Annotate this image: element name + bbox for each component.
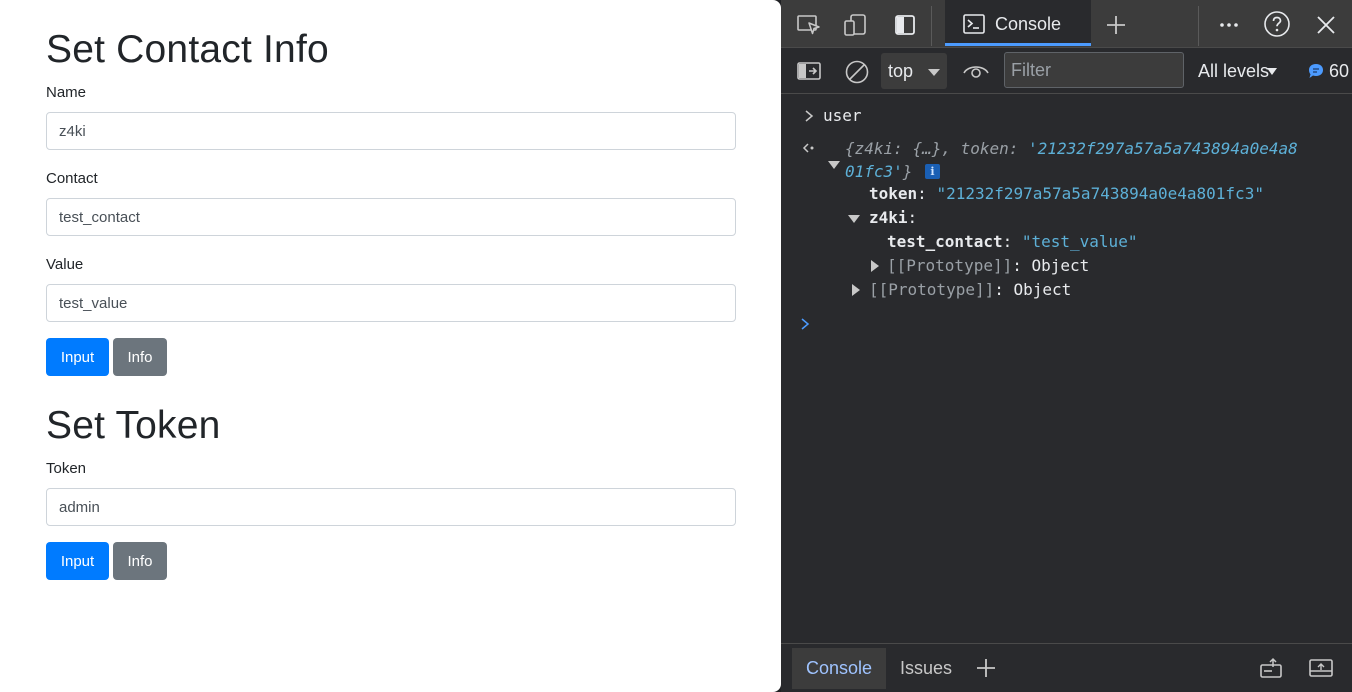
value-input[interactable] (46, 284, 736, 322)
prototype-value: Object (1031, 256, 1090, 275)
filter-input[interactable] (1004, 52, 1184, 88)
property-z4ki-colon: : (907, 208, 918, 227)
drawer-add-icon[interactable] (974, 656, 998, 680)
preview-close-brace: } (902, 162, 913, 181)
devtools-tab-bar: Console (781, 0, 1352, 48)
token-info-button[interactable]: Info (113, 542, 167, 580)
dock-side-icon[interactable] (892, 12, 918, 38)
preview-value-z4ki: {…} (912, 139, 942, 158)
expand-z4ki-icon[interactable] (848, 215, 860, 223)
prototype-value: Object (1013, 280, 1072, 299)
property-test-contact-key: test_contact (887, 232, 1003, 251)
name-label: Name (46, 84, 87, 101)
object-preview[interactable]: {z4ki: {…}, token: '21232f297a57a5a74389… (845, 139, 1298, 158)
expand-prototype-icon[interactable] (852, 284, 860, 296)
contact-label: Contact (46, 170, 98, 187)
preview-key-z4ki: z4ki (854, 139, 894, 158)
undock-drawer-icon[interactable] (1257, 656, 1285, 680)
console-output: user {z4ki: {…}, token: '21232f297a57a5a… (781, 95, 1352, 643)
context-selector[interactable]: top (881, 53, 947, 89)
console-toolbar: top All levels 60 (781, 48, 1352, 94)
console-prompt-icon[interactable] (799, 316, 811, 332)
add-tab-icon[interactable] (1103, 12, 1129, 38)
device-emulation-icon[interactable] (842, 11, 870, 39)
more-icon[interactable] (1216, 12, 1242, 38)
property-token: token: "21232f297a57a5a743894a0e4a801fc3… (869, 184, 1264, 203)
context-selector-value: top (888, 61, 914, 81)
contact-section-title: Set Contact Info (46, 28, 329, 71)
tab-console-label: Console (995, 14, 1062, 34)
tab-console[interactable]: Console (945, 0, 1091, 46)
value-label: Value (46, 256, 84, 273)
expand-prototype-icon[interactable] (871, 260, 879, 272)
clear-console-icon[interactable] (843, 58, 871, 86)
token-label: Token (46, 460, 87, 477)
info-icon[interactable]: i (925, 164, 940, 179)
preview-sep: : (893, 139, 913, 158)
devtools-panel: Console top All levels (781, 0, 1352, 692)
devtools-drawer: Console Issues (781, 643, 1352, 692)
property-test-contact: test_contact: "test_value" (887, 232, 1138, 251)
live-expression-eye-icon[interactable] (961, 59, 991, 83)
input-prompt-icon (803, 108, 815, 124)
token-input[interactable] (46, 488, 736, 526)
contact-info-button[interactable]: Info (113, 338, 167, 376)
object-preview-continued: 01fc3'} (845, 162, 912, 181)
preview-value-token: '21232f297a57a5a743894a0e4a8 (1028, 139, 1298, 158)
object-prototype[interactable]: [[Prototype]]: Object (869, 280, 1071, 299)
expand-object-icon[interactable] (828, 161, 840, 169)
z4ki-prototype[interactable]: [[Prototype]]: Object (887, 256, 1089, 275)
log-levels-dropdown[interactable]: All levels (1198, 61, 1269, 82)
message-count[interactable]: 60 (1329, 61, 1349, 82)
message-bubble-icon[interactable] (1306, 61, 1326, 81)
property-z4ki-key: z4ki (869, 208, 908, 227)
preview-value-token-continued: 01fc3' (845, 162, 903, 181)
drawer-tab-console[interactable]: Console (792, 648, 887, 689)
prototype-label: [[Prototype]] (887, 256, 1013, 275)
name-input[interactable] (46, 112, 736, 150)
drawer-tab-console-label: Console (806, 658, 873, 678)
tab-separator (1198, 6, 1199, 46)
preview-comma: , (941, 139, 961, 158)
chevron-down-icon (928, 69, 940, 76)
drawer-tab-issues[interactable]: Issues (886, 648, 966, 689)
property-z4ki[interactable]: z4ki: (869, 208, 917, 227)
console-icon (961, 12, 987, 36)
preview-key-token: token (960, 139, 1009, 158)
contact-input-button[interactable]: Input (46, 338, 109, 376)
console-input-command: user (823, 106, 862, 125)
close-drawer-icon[interactable] (1307, 656, 1335, 680)
drawer-tab-issues-label: Issues (900, 658, 953, 678)
property-token-key: token (869, 184, 918, 203)
sidebar-toggle-icon[interactable] (795, 59, 823, 83)
web-page: Set Contact Info Name Contact Value Inpu… (0, 0, 781, 692)
contact-input[interactable] (46, 198, 736, 236)
prototype-label: [[Prototype]] (869, 280, 995, 299)
levels-chevron-icon (1267, 68, 1277, 75)
help-icon[interactable] (1263, 10, 1291, 38)
tab-separator (931, 6, 932, 46)
token-section-title: Set Token (46, 404, 221, 447)
preview-sep: : (1008, 139, 1029, 158)
result-arrow-icon (801, 141, 817, 155)
property-token-value: "21232f297a57a5a743894a0e4a801fc3" (936, 184, 1264, 203)
close-icon[interactable] (1313, 12, 1339, 38)
property-test-contact-value: "test_value" (1021, 232, 1138, 251)
inspect-icon[interactable] (795, 12, 823, 38)
preview-open-brace: { (845, 139, 855, 158)
token-input-button[interactable]: Input (46, 542, 109, 580)
